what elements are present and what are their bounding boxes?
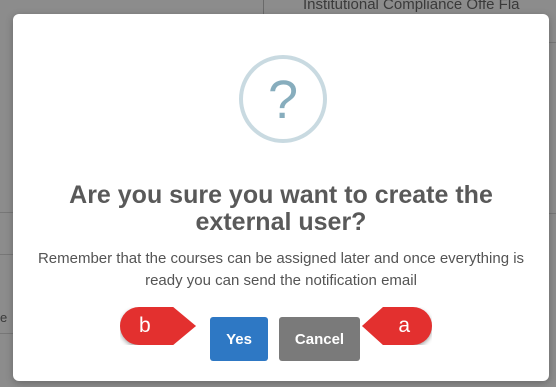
background-divider: [0, 254, 14, 255]
yes-button[interactable]: Yes: [210, 317, 268, 361]
background-divider: [263, 0, 264, 14]
confirmation-dialog: ? Are you sure you want to create the ex…: [13, 14, 549, 381]
dialog-title: Are you sure you want to create the exte…: [69, 181, 493, 236]
background-divider: [0, 212, 14, 213]
background-divider: [0, 333, 14, 334]
callout-label-a: a: [398, 314, 410, 337]
question-mark-icon: ?: [239, 55, 327, 143]
background-header-text: Institutional Compliance Offe Fla: [303, 0, 520, 13]
callout-label-b: b: [139, 314, 151, 337]
cancel-button[interactable]: Cancel: [279, 317, 360, 361]
dialog-message: Remember that the courses can be assigne…: [37, 250, 525, 289]
question-mark-glyph: ?: [267, 70, 299, 130]
background-row-text: e: [0, 310, 8, 325]
